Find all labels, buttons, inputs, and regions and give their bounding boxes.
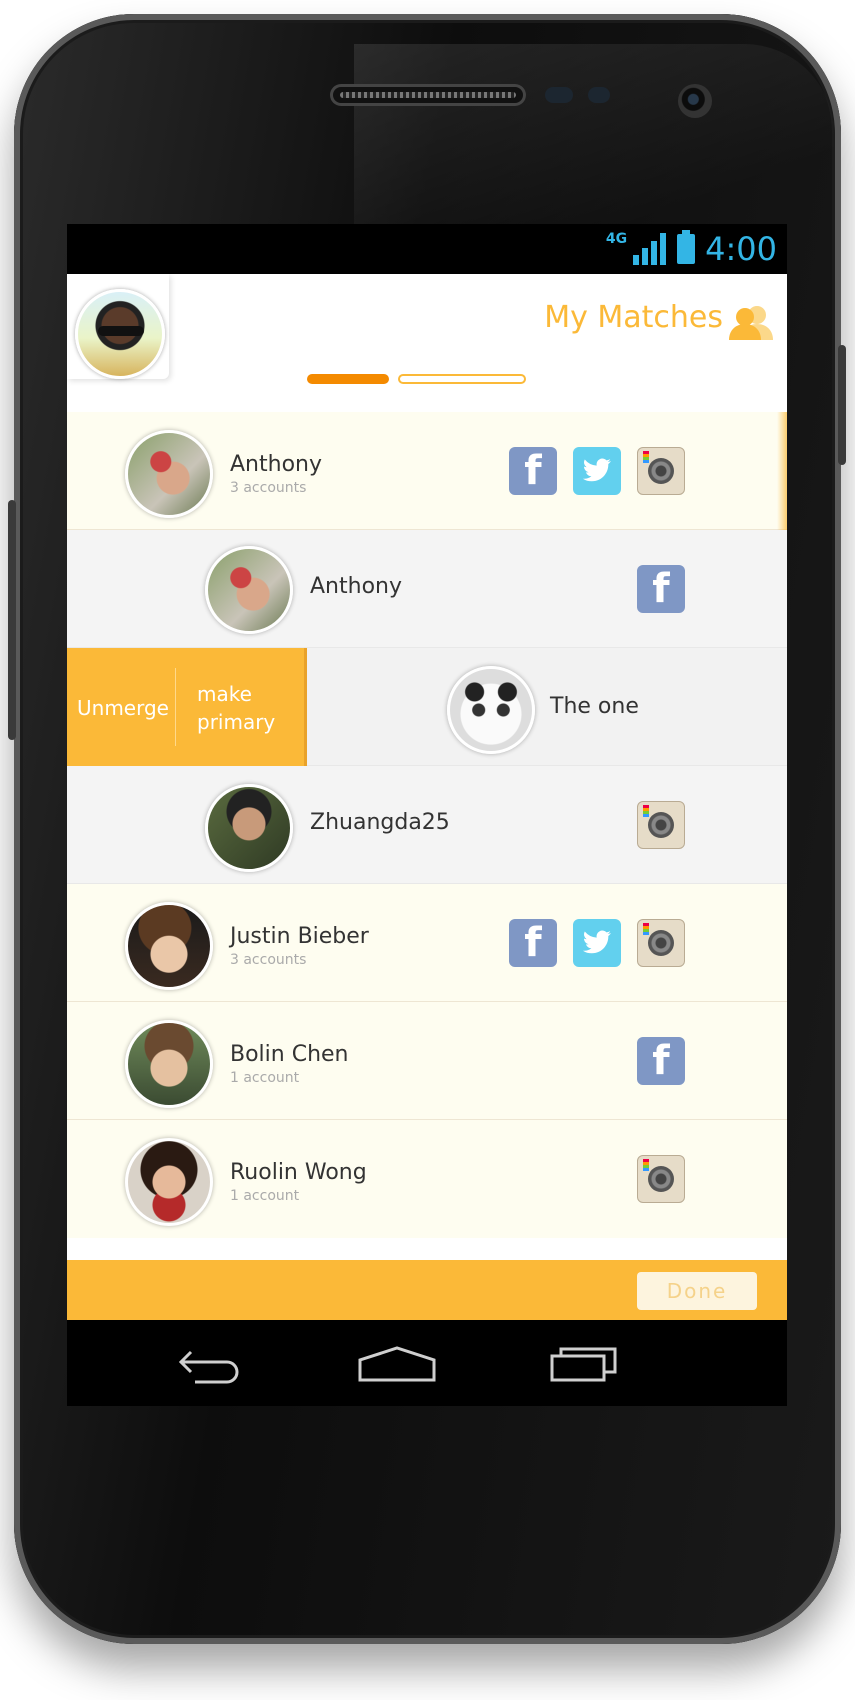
twitter-icon[interactable] <box>573 919 621 967</box>
sub-account-row[interactable]: Zhuangda25 <box>67 766 787 884</box>
match-name: Anthony <box>310 574 402 599</box>
action-divider <box>175 668 176 746</box>
app-content: My Matches Anthony 3 accounts f Anthony … <box>67 274 787 1320</box>
match-name: Justin Bieber <box>230 924 369 949</box>
home-icon[interactable] <box>357 1344 437 1384</box>
match-row[interactable]: Ruolin Wong 1 account <box>67 1120 787 1238</box>
sub-account-row[interactable]: Anthony f <box>67 530 787 648</box>
swipe-actions: Unmerge make primary <box>67 648 307 766</box>
account-count: 1 account <box>230 1070 300 1086</box>
facebook-icon[interactable]: f <box>509 919 557 967</box>
front-camera <box>678 84 712 118</box>
clock: 4:00 <box>705 230 777 268</box>
avatar <box>125 1138 213 1226</box>
account-count: 3 accounts <box>230 952 307 968</box>
make-primary-button[interactable]: make primary <box>197 680 287 736</box>
profile-tab[interactable] <box>67 274 169 379</box>
match-name: Ruolin Wong <box>230 1160 367 1185</box>
match-row[interactable]: Anthony 3 accounts f <box>67 412 787 530</box>
volume-button <box>8 500 16 740</box>
step-indicator-active <box>307 374 389 384</box>
step-indicator-inactive <box>398 374 526 384</box>
avatar <box>125 1020 213 1108</box>
navigation-bar <box>67 1320 787 1406</box>
footer-bar: Done <box>67 1260 787 1320</box>
header: My Matches <box>67 274 787 413</box>
facebook-icon[interactable]: f <box>637 565 685 613</box>
avatar <box>205 784 293 872</box>
twitter-icon[interactable] <box>573 447 621 495</box>
profile-avatar[interactable] <box>75 289 165 379</box>
earpiece-speaker <box>330 84 526 106</box>
match-row[interactable]: Justin Bieber 3 accounts f <box>67 884 787 1002</box>
light-sensor <box>588 87 610 103</box>
sub-account-row[interactable]: Unmerge make primary The one <box>67 648 787 766</box>
back-icon[interactable] <box>177 1344 247 1384</box>
avatar <box>447 666 535 754</box>
account-count: 3 accounts <box>230 480 307 496</box>
avatar <box>125 902 213 990</box>
network-type: 4G <box>605 231 628 247</box>
match-name: Zhuangda25 <box>310 810 450 835</box>
done-button[interactable]: Done <box>637 1272 757 1310</box>
status-bar: 4G 4:00 <box>67 224 787 274</box>
power-button <box>838 345 846 465</box>
match-name: Anthony <box>230 452 322 477</box>
instagram-icon[interactable] <box>637 919 685 967</box>
avatar <box>125 430 213 518</box>
instagram-icon[interactable] <box>637 447 685 495</box>
unmerge-button[interactable]: Unmerge <box>77 696 169 720</box>
account-count: 1 account <box>230 1188 300 1204</box>
screen: 4G 4:00 My Matches Anthony 3 accounts f … <box>67 224 787 1406</box>
match-name: The one <box>550 694 639 719</box>
recent-apps-icon[interactable] <box>549 1344 619 1384</box>
battery-icon <box>677 230 696 264</box>
row-highlight <box>777 412 787 530</box>
facebook-icon[interactable]: f <box>637 1037 685 1085</box>
match-name: Bolin Chen <box>230 1042 349 1067</box>
match-row[interactable]: Bolin Chen 1 account f <box>67 1002 787 1120</box>
instagram-icon[interactable] <box>637 1155 685 1203</box>
page-title: My Matches <box>544 300 723 335</box>
instagram-icon[interactable] <box>637 801 685 849</box>
proximity-sensor <box>545 87 573 103</box>
people-icon <box>729 306 773 340</box>
facebook-icon[interactable]: f <box>509 447 557 495</box>
avatar <box>205 546 293 634</box>
signal-icon <box>633 233 667 265</box>
